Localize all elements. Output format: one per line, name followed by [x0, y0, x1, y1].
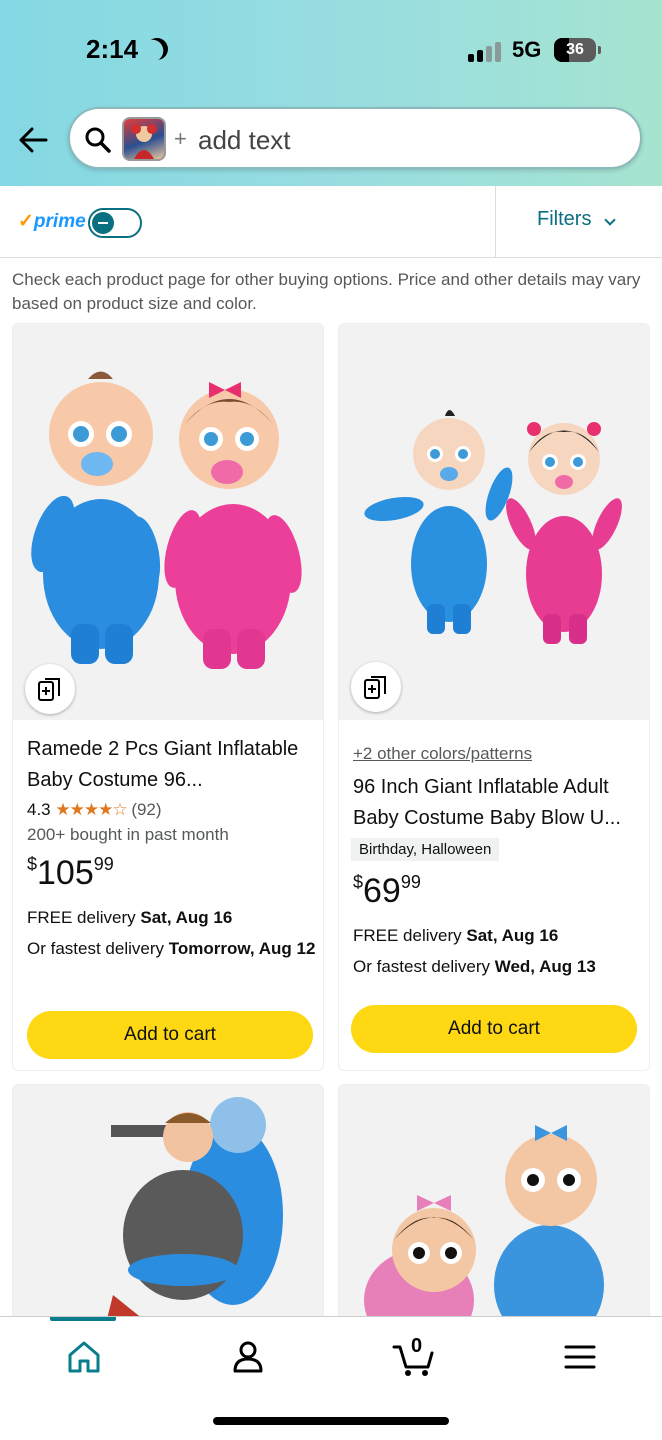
battery-level: 36 [566, 41, 584, 58]
review-count: (92) [131, 800, 162, 819]
product-image[interactable] [339, 324, 649, 720]
search-input[interactable]: + add text [68, 107, 642, 169]
compare-icon[interactable] [351, 662, 401, 712]
toggle-knob [92, 212, 114, 234]
product-image[interactable] [13, 1085, 323, 1343]
bought-count: 200+ bought in past month [27, 825, 229, 844]
app-header: 2:14 5G 36 + add text [0, 0, 662, 186]
search-image-thumbnail[interactable] [122, 117, 166, 161]
battery-tip [598, 46, 601, 54]
active-tab-indicator [50, 1317, 116, 1321]
divider [495, 186, 496, 258]
occasion-tag: Birthday, Halloween [351, 838, 500, 861]
fastest-delivery-info: Or fastest delivery Tomorrow, Aug 12 [27, 939, 316, 958]
delivery-info: FREE delivery Sat, Aug 16 [27, 908, 233, 927]
add-to-cart-button[interactable]: Add to cart [27, 1011, 313, 1059]
delivery-info: FREE delivery Sat, Aug 16 [353, 926, 559, 945]
chevron-down-icon[interactable] [604, 214, 616, 226]
filters-button[interactable]: Filters [537, 208, 591, 231]
product-card[interactable]: +2 other colors/patterns 96 Inch Giant I… [338, 323, 650, 1071]
add-text-plus: + [174, 126, 187, 151]
search-placeholder[interactable]: add text [198, 125, 291, 156]
product-price: $6999 [353, 872, 421, 910]
home-indicator [213, 1417, 449, 1425]
network-label: 5G [512, 37, 542, 62]
rating-row[interactable]: 4.3 ★★★★☆ (92) [27, 800, 162, 820]
buying-options-notice: Check each product page for other buying… [12, 270, 641, 313]
cart-count: 0 [411, 1335, 423, 1357]
search-icon [85, 127, 111, 153]
color-variants-link[interactable]: +2 other colors/patterns [353, 744, 532, 764]
back-arrow-icon[interactable] [16, 122, 52, 158]
product-image[interactable] [339, 1085, 649, 1343]
account-icon[interactable] [228, 1337, 268, 1377]
star-rating-icon: ★★★★☆ [55, 800, 127, 819]
menu-icon[interactable] [560, 1337, 600, 1377]
add-to-cart-button[interactable]: Add to cart [351, 1005, 637, 1053]
product-card[interactable] [338, 1084, 650, 1344]
product-image[interactable] [13, 324, 323, 720]
home-icon[interactable] [64, 1337, 104, 1377]
prime-logo: ✓prime [18, 211, 86, 232]
product-card[interactable]: Ramede 2 Pcs Giant Inflatable Baby Costu… [12, 323, 324, 1071]
signal-icon [468, 40, 504, 62]
compare-icon[interactable] [25, 664, 75, 714]
fastest-delivery-info: Or fastest delivery Wed, Aug 13 [353, 957, 596, 976]
moon-icon [143, 35, 171, 63]
filter-bar: ✓prime Filters [0, 186, 662, 258]
product-price: $10599 [27, 854, 114, 892]
prime-toggle[interactable] [88, 208, 142, 238]
product-card[interactable] [12, 1084, 324, 1344]
cart-icon[interactable]: 0 [392, 1335, 438, 1377]
rating-value: 4.3 [27, 800, 51, 819]
status-time: 2:14 [86, 34, 139, 64]
product-title[interactable]: 96 Inch Giant Inflatable Adult Baby Cost… [353, 772, 643, 834]
battery-icon: 36 [554, 38, 596, 62]
product-title[interactable]: Ramede 2 Pcs Giant Inflatable Baby Costu… [27, 734, 317, 796]
